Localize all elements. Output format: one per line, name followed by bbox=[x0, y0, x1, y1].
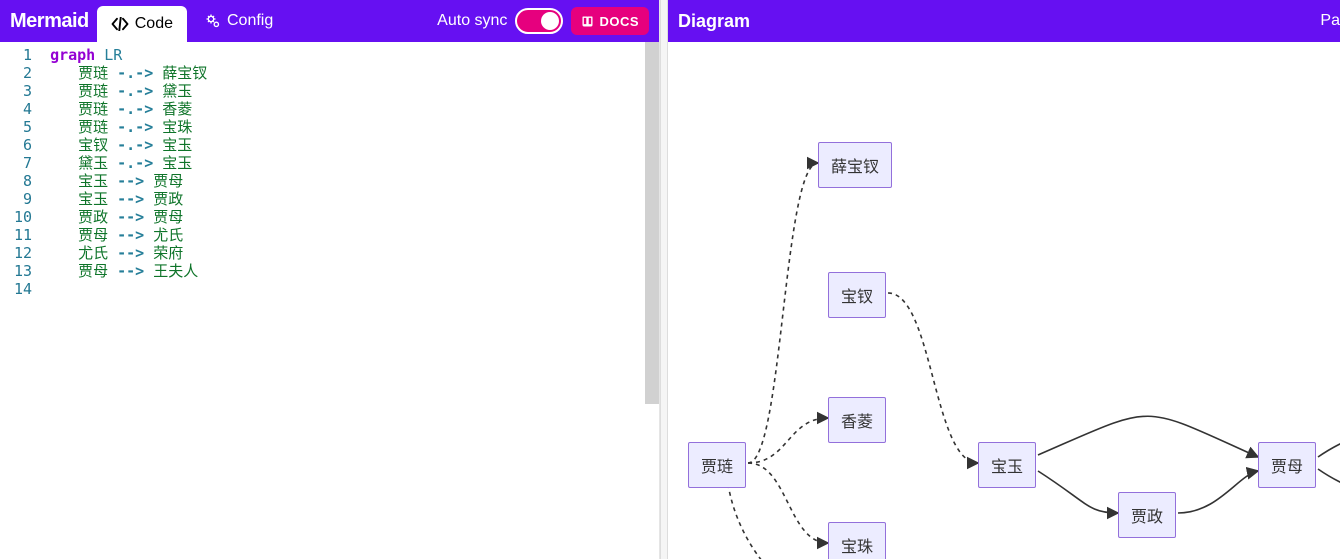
tab-code-label: Code bbox=[135, 15, 173, 33]
node-xiangling[interactable]: 香菱 bbox=[828, 397, 886, 443]
tab-code[interactable]: Code bbox=[97, 6, 187, 42]
book-icon bbox=[581, 15, 594, 28]
diagram-canvas[interactable]: 贾琏 薛宝钗宝钗香菱宝珠 宝玉贾政 贾母 bbox=[668, 42, 1340, 559]
node-baozhu[interactable]: 宝珠 bbox=[828, 522, 886, 559]
code-area[interactable]: graph LR贾琏 -.-> 薛宝钗贾琏 -.-> 黛玉贾琏 -.-> 香菱贾… bbox=[50, 44, 659, 559]
node-baochai[interactable]: 宝钗 bbox=[828, 272, 886, 318]
right-panel: Diagram Pa 贾琏 薛宝钗宝钗香菱宝珠 宝玉贾政 贾母 bbox=[668, 0, 1340, 559]
tab-config[interactable]: Config bbox=[195, 12, 283, 30]
diagram-title: Diagram bbox=[678, 11, 750, 32]
line-gutter: 1234567891011121314 bbox=[0, 44, 50, 559]
left-panel: Mermaid Code Config Auto sync DOCS 12345… bbox=[0, 0, 660, 559]
right-header: Diagram Pa bbox=[668, 0, 1340, 42]
left-header: Mermaid Code Config Auto sync DOCS bbox=[0, 0, 659, 42]
node-jiamu[interactable]: 贾母 bbox=[1258, 442, 1316, 488]
docs-button[interactable]: DOCS bbox=[571, 7, 649, 35]
docs-label: DOCS bbox=[599, 14, 639, 29]
code-icon bbox=[111, 17, 129, 31]
truncated-text: Pa bbox=[1320, 12, 1340, 30]
gear-icon bbox=[205, 13, 221, 29]
auto-sync-label: Auto sync bbox=[437, 12, 507, 30]
panel-divider[interactable] bbox=[660, 0, 668, 559]
auto-sync-group: Auto sync bbox=[437, 8, 563, 34]
tab-config-label: Config bbox=[227, 12, 273, 30]
editor-scrollbar[interactable] bbox=[645, 42, 659, 404]
node-jialian[interactable]: 贾琏 bbox=[688, 442, 746, 488]
node-xuebaochai[interactable]: 薛宝钗 bbox=[818, 142, 892, 188]
auto-sync-toggle[interactable] bbox=[515, 8, 563, 34]
node-jiazheng[interactable]: 贾政 bbox=[1118, 492, 1176, 538]
code-editor[interactable]: 1234567891011121314 graph LR贾琏 -.-> 薛宝钗贾… bbox=[0, 42, 659, 559]
brand: Mermaid bbox=[10, 10, 89, 33]
node-baoyu[interactable]: 宝玉 bbox=[978, 442, 1036, 488]
